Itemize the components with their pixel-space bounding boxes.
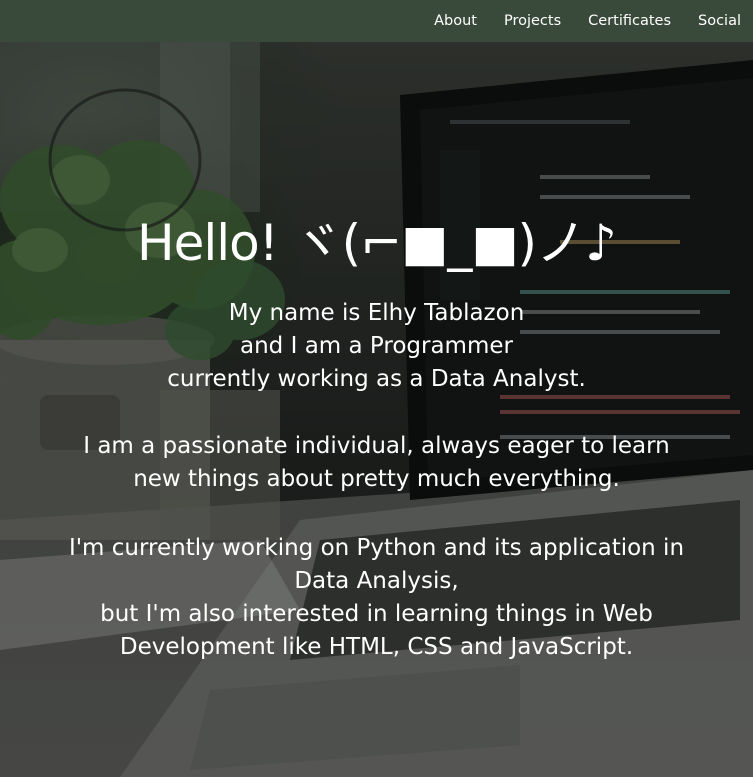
hero-passion-line: I am a passionate individual, always eag…	[83, 433, 670, 459]
hero-interest-line: but I'm also interested in learning thin…	[100, 601, 653, 627]
hero-passion-line: new things about pretty much everything.	[133, 466, 620, 492]
hero-intro-line: and I am a Programmer	[240, 333, 513, 359]
hero-passion-paragraph: I am a passionate individual, always eag…	[0, 430, 753, 496]
nav-link-about[interactable]: About	[434, 13, 477, 29]
hero-title: Hello! ヾ(⌐■_■)ノ♪	[137, 214, 617, 272]
hero-interest-line: I'm currently working on Python and its …	[68, 535, 685, 561]
top-navbar: About Projects Certificates Social	[0, 0, 753, 42]
nav-link-certificates[interactable]: Certificates	[588, 13, 671, 29]
nav-link-social[interactable]: Social	[698, 13, 741, 29]
hero-interest-line: Development like HTML, CSS and JavaScrip…	[119, 634, 634, 660]
hero-intro-paragraph: My name is Elhy Tablazon and I am a Prog…	[0, 297, 753, 396]
portfolio-page: About Projects Certificates Social Hello…	[0, 0, 753, 777]
hero-interest-line: Data Analysis,	[294, 568, 459, 594]
hero-intro-line: currently working as a Data Analyst.	[167, 366, 586, 392]
hero-intro-line: My name is Elhy Tablazon	[228, 300, 525, 326]
nav-link-projects[interactable]: Projects	[504, 13, 561, 29]
hero-content: Hello! ヾ(⌐■_■)ノ♪ My name is Elhy Tablazo…	[0, 208, 753, 664]
hero-interest-paragraph: I'm currently working on Python and its …	[0, 532, 753, 664]
